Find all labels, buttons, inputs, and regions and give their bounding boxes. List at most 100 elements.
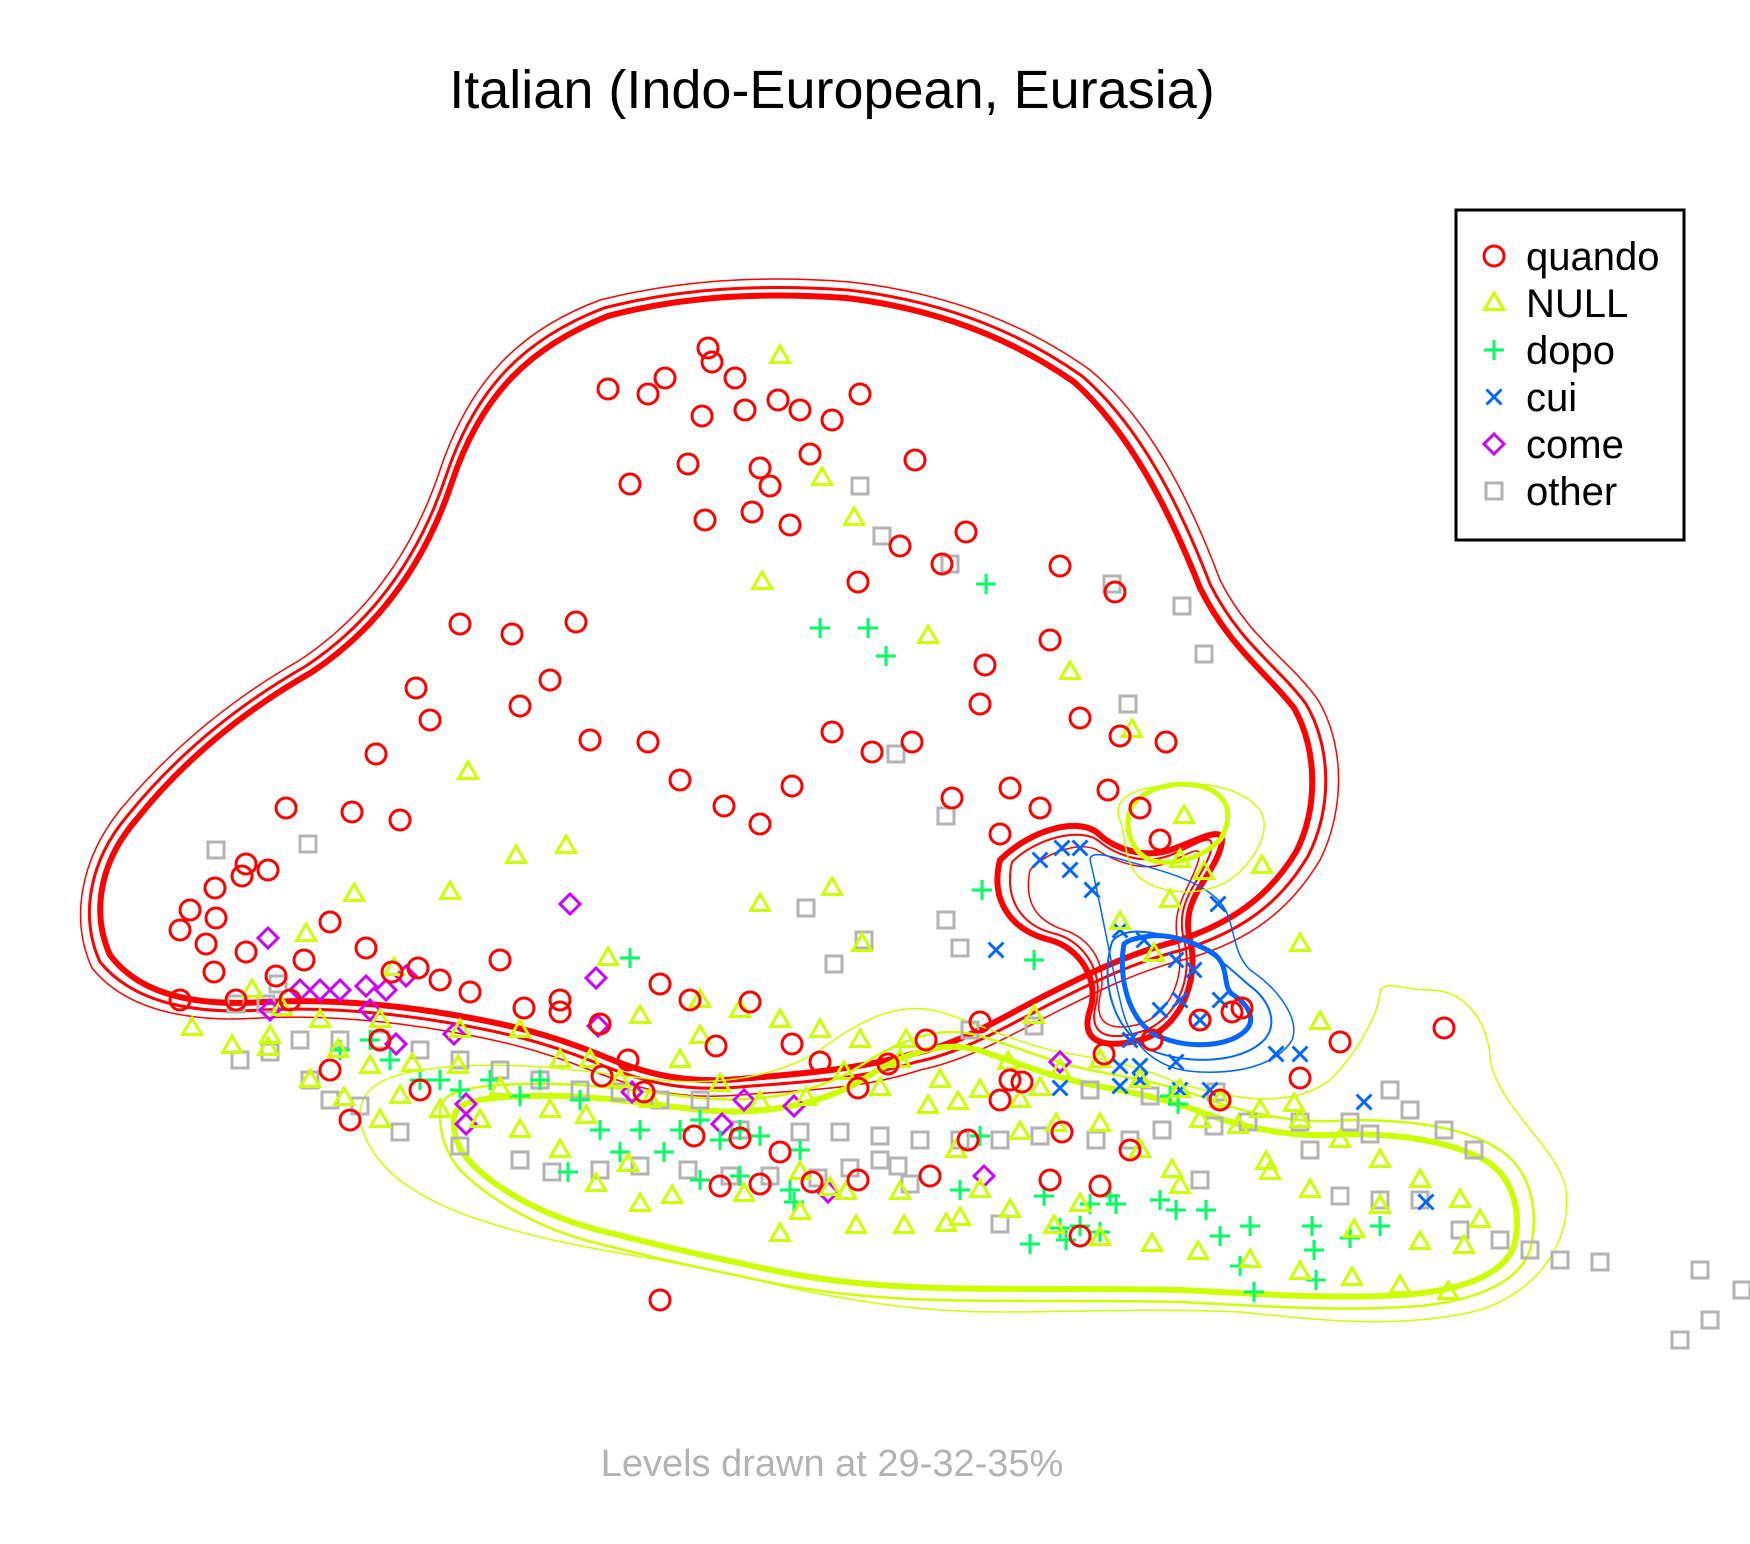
data-point-null: [537, 1096, 563, 1118]
data-point-null: [503, 842, 529, 864]
data-point-other: [510, 1150, 530, 1170]
data-point-dopo: [610, 1142, 630, 1162]
data-point-cui: [1209, 895, 1227, 913]
chart-canvas: Italian (Indo-European, Eurasia) quandoN…: [79, 60, 1750, 1485]
data-point-quando: [696, 336, 720, 360]
chart-caption: Levels drawn at 29-32-35%: [601, 1443, 1064, 1485]
data-point-dopo: [950, 1180, 970, 1200]
data-point-other: [1086, 1130, 1106, 1150]
data-point-null: [915, 1092, 941, 1114]
data-point-quando: [274, 796, 298, 820]
data-point-dopo: [1150, 1190, 1170, 1210]
data-point-quando: [740, 500, 764, 524]
data-point-other: [298, 834, 318, 854]
data-point-quando: [778, 513, 802, 537]
data-point-null: [967, 1076, 993, 1098]
data-point-quando: [914, 1028, 938, 1052]
data-point-quando: [848, 382, 872, 406]
data-point-cui: [1031, 851, 1049, 869]
data-point-come: [327, 977, 353, 1003]
data-point-quando: [903, 448, 927, 472]
data-point-dopo: [510, 1086, 530, 1106]
data-point-null: [553, 832, 579, 854]
data-point-quando: [954, 520, 978, 544]
data-point-other: [1550, 1250, 1570, 1270]
data-point-quando: [988, 1088, 1012, 1112]
data-point-other: [1590, 1252, 1610, 1272]
data-point-other: [990, 1130, 1010, 1150]
data-point-cui: [1191, 1011, 1209, 1029]
data-point-null: [341, 880, 367, 902]
data-point-dopo: [710, 1130, 730, 1150]
data-point-quando: [780, 1032, 804, 1056]
data-point-quando: [318, 910, 342, 934]
data-point-quando: [636, 382, 660, 406]
data-point-null: [595, 944, 621, 966]
data-point-other: [830, 1122, 850, 1142]
data-point-null: [219, 1032, 245, 1054]
data-point-null: [867, 1074, 893, 1096]
data-point-null: [997, 1196, 1023, 1218]
data-point-cui: [1061, 861, 1079, 879]
data-point-quando: [648, 972, 672, 996]
data-point-other: [870, 1126, 890, 1146]
series-null: [179, 342, 1493, 1300]
data-point-null: [1281, 1090, 1307, 1112]
data-point-quando: [800, 1170, 824, 1194]
data-point-null: [1447, 1186, 1473, 1208]
data-point-quando: [1028, 796, 1052, 820]
data-point-null: [1387, 1272, 1413, 1294]
data-point-null: [1237, 1246, 1263, 1268]
data-point-quando: [704, 1034, 728, 1058]
data-point-quando: [338, 1108, 362, 1132]
data-point-quando: [1328, 1030, 1352, 1054]
data-point-other: [936, 806, 956, 826]
data-point-quando: [500, 622, 524, 646]
data-point-null: [387, 1082, 413, 1104]
data-point-quando: [354, 936, 378, 960]
data-point-other: [678, 1160, 698, 1180]
data-point-other: [824, 954, 844, 974]
data-point-quando: [968, 692, 992, 716]
data-point-quando: [1154, 730, 1178, 754]
data-point-quando: [690, 404, 714, 428]
data-point-quando: [508, 694, 532, 718]
data-point-quando: [820, 720, 844, 744]
data-point-come: [255, 925, 281, 951]
data-point-other: [1700, 1310, 1720, 1330]
data-point-quando: [780, 774, 804, 798]
data-point-null: [819, 874, 845, 896]
data-point-dopo: [630, 1120, 650, 1140]
data-point-null: [847, 1026, 873, 1048]
data-point-null: [945, 1088, 971, 1110]
data-point-null: [1297, 1176, 1323, 1198]
data-point-other: [690, 1090, 710, 1110]
data-point-quando: [1088, 1174, 1112, 1198]
data-point-null: [1367, 1146, 1393, 1168]
data-point-dopo: [810, 618, 830, 638]
data-point-quando: [230, 864, 254, 888]
legend-label-dopo: dopo: [1526, 329, 1615, 373]
data-point-quando: [234, 940, 258, 964]
data-point-quando: [234, 852, 258, 876]
data-point-null: [767, 1006, 793, 1028]
data-point-null: [507, 1116, 533, 1138]
data-point-quando: [758, 474, 782, 498]
data-point-other: [1300, 1140, 1320, 1160]
data-point-quando: [618, 472, 642, 496]
data-point-other: [542, 1162, 562, 1182]
data-point-other: [1194, 644, 1214, 664]
data-point-quando: [653, 366, 677, 390]
data-point-quando: [766, 388, 790, 412]
data-point-other: [872, 526, 892, 546]
data-point-cui: [1053, 839, 1071, 857]
quando-contours: [79, 278, 1340, 1098]
data-point-null: [1107, 908, 1133, 930]
data-point-null: [809, 464, 835, 486]
data-point-quando: [820, 408, 844, 432]
data-point-null: [1307, 1008, 1333, 1030]
legend: quandoNULLdopocuicomeother: [1454, 208, 1686, 542]
data-point-null: [1157, 886, 1183, 908]
data-point-quando: [388, 808, 412, 832]
data-point-quando: [708, 1174, 732, 1198]
